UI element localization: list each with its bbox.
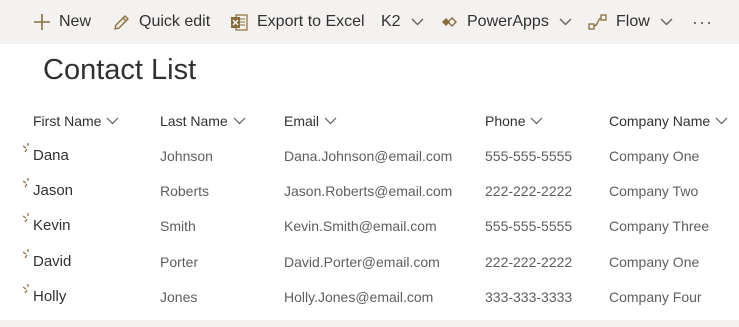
flow-icon: [588, 14, 608, 30]
column-header-label: Email: [284, 113, 320, 129]
new-label: New: [59, 13, 92, 30]
last-name-cell: Jones: [160, 288, 198, 305]
more-options-button[interactable]: ···: [692, 0, 713, 44]
column-header-last-name[interactable]: Last Name: [160, 110, 246, 132]
column-header-label: Company Name: [609, 113, 711, 129]
powerapps-icon: [441, 15, 459, 29]
column-header-company-name[interactable]: Company Name: [609, 110, 728, 132]
company-cell: Company One: [609, 253, 700, 270]
quick-edit-button[interactable]: Quick edit: [112, 0, 210, 44]
powerapps-label: PowerApps: [467, 13, 549, 30]
excel-icon: [230, 13, 249, 32]
export-to-excel-button[interactable]: Export to Excel: [230, 0, 365, 44]
last-name-cell: Smith: [160, 217, 196, 234]
flow-label: Flow: [616, 13, 650, 30]
phone-cell: 222-222-2222: [485, 253, 573, 270]
email-cell: Dana.Johnson@email.com: [284, 147, 453, 164]
column-header-email[interactable]: Email: [284, 110, 337, 132]
company-cell: Company One: [609, 147, 700, 164]
first-name-cell[interactable]: Kevin: [33, 208, 71, 243]
column-header-phone[interactable]: Phone: [485, 110, 543, 132]
last-name-cell: Johnson: [160, 147, 213, 164]
phone-cell: 222-222-2222: [485, 182, 573, 199]
new-item-icon: [23, 284, 29, 294]
chevron-down-icon: [106, 117, 119, 125]
table-row[interactable]: Kevin Smith Kevin.Smith@email.com 555-55…: [0, 208, 739, 243]
phone-cell: 555-555-5555: [485, 147, 573, 164]
quick-edit-label: Quick edit: [139, 13, 211, 30]
table-row[interactable]: Jason Roberts Jason.Roberts@email.com 22…: [0, 173, 739, 208]
first-name-cell[interactable]: Dana: [33, 138, 69, 173]
first-name-cell[interactable]: David: [33, 244, 71, 279]
column-header-first-name[interactable]: First Name: [33, 110, 119, 132]
chevron-down-icon: [411, 18, 424, 26]
email-cell: Jason.Roberts@email.com: [284, 182, 453, 199]
k2-menu[interactable]: K2: [381, 0, 424, 44]
k2-label: K2: [381, 13, 401, 30]
chevron-down-icon: [530, 117, 543, 125]
new-item-icon: [23, 249, 29, 259]
chevron-down-icon: [233, 117, 246, 125]
flow-menu[interactable]: Flow: [588, 0, 673, 44]
new-button[interactable]: New: [33, 0, 91, 44]
sharepoint-list-page: New Quick edit Export to Excel K2 PowerA…: [0, 0, 739, 327]
chevron-down-icon: [324, 117, 337, 125]
first-name-cell[interactable]: Holly: [33, 279, 66, 314]
column-header-label: Phone: [485, 113, 526, 129]
first-name-cell[interactable]: Jason: [33, 173, 73, 208]
export-label: Export to Excel: [257, 13, 365, 30]
table-row[interactable]: Holly Jones Holly.Jones@email.com 333-33…: [0, 279, 739, 314]
table-row[interactable]: Dana Johnson Dana.Johnson@email.com 555-…: [0, 138, 739, 173]
company-cell: Company Three: [609, 217, 710, 234]
pencil-icon: [112, 13, 131, 32]
plus-icon: [33, 13, 51, 31]
column-header-label: First Name: [33, 113, 102, 129]
chevron-down-icon: [715, 117, 728, 125]
chevron-down-icon: [559, 18, 572, 26]
new-item-icon: [23, 213, 29, 223]
new-item-icon: [23, 143, 29, 153]
company-cell: Company Two: [609, 182, 699, 199]
powerapps-menu[interactable]: PowerApps: [441, 0, 572, 44]
chevron-down-icon: [660, 18, 673, 26]
company-cell: Company Four: [609, 288, 702, 305]
last-name-cell: Roberts: [160, 182, 210, 199]
new-item-icon: [23, 178, 29, 188]
column-header-label: Last Name: [160, 113, 228, 129]
email-cell: Holly.Jones@email.com: [284, 288, 434, 305]
email-cell: Kevin.Smith@email.com: [284, 217, 437, 234]
phone-cell: 555-555-5555: [485, 217, 573, 234]
phone-cell: 333-333-3333: [485, 288, 573, 305]
bottom-divider: [0, 320, 739, 327]
page-title: Contact List: [43, 54, 197, 86]
table-row[interactable]: David Porter David.Porter@email.com 222-…: [0, 244, 739, 279]
last-name-cell: Porter: [160, 253, 199, 270]
email-cell: David.Porter@email.com: [284, 253, 440, 270]
more-icon: ···: [692, 11, 713, 32]
command-bar: New Quick edit Export to Excel K2 PowerA…: [0, 0, 739, 44]
